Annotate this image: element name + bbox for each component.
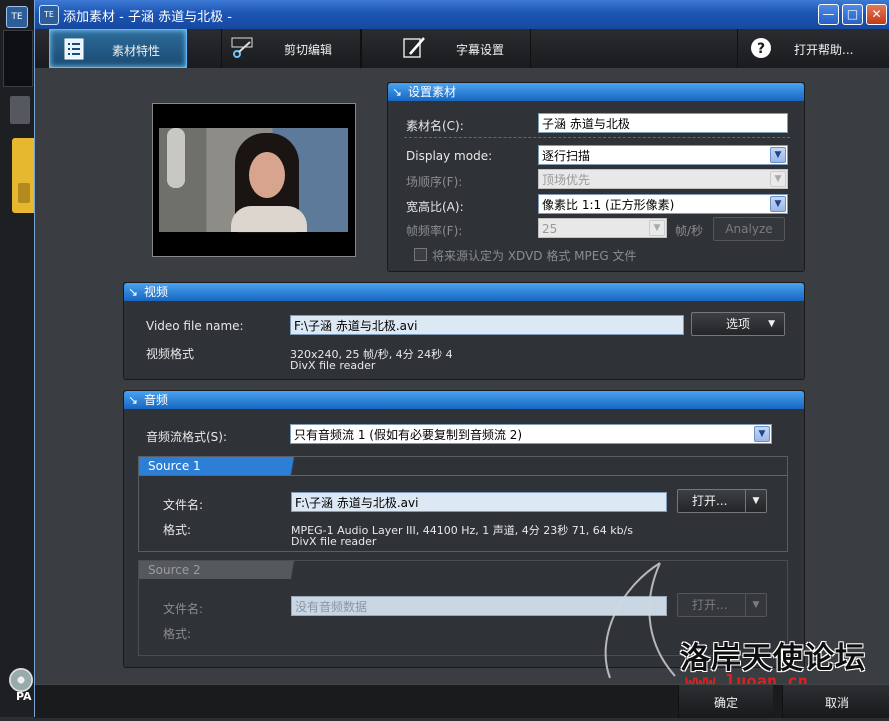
- source-1-format-label: 格式:: [163, 523, 192, 537]
- audio-source-1: Source 1 文件名: F:\子涵 赤道与北极.avi 打开... ▼ 格式…: [138, 456, 788, 552]
- collapse-arrow-icon[interactable]: ↘: [128, 283, 138, 301]
- video-file-label: Video file name:: [146, 319, 244, 333]
- watermark-text: 洛岸天使论坛: [680, 641, 866, 676]
- source-2-file-label: 文件名:: [163, 602, 204, 616]
- audio-stream-label: 音频流格式(S):: [146, 430, 228, 444]
- chevron-down-icon: ▼: [770, 147, 786, 163]
- title-bar: TE 添加素材 - 子涵 赤道与北极 - — □ ✕: [35, 0, 889, 29]
- audio-panel-header: ↘ 音频: [124, 391, 804, 409]
- background-badge: PA: [16, 690, 32, 703]
- source-1-file-input[interactable]: F:\子涵 赤道与北极.avi: [291, 492, 667, 512]
- maximize-button[interactable]: □: [842, 4, 863, 25]
- aspect-ratio-label: 宽高比(A):: [406, 200, 464, 214]
- field-order-label: 场顺序(F):: [406, 175, 463, 189]
- settings-panel-title: 设置素材: [408, 85, 457, 99]
- audio-stream-value: 只有音频流 1 (假如有必要复制到音频流 2): [294, 428, 523, 442]
- window-title: 添加素材 - 子涵 赤道与北极 -: [63, 10, 232, 25]
- tab-label: 素材特性: [112, 44, 161, 58]
- cancel-button[interactable]: 取消: [782, 685, 889, 718]
- display-mode-value: 逐行扫描: [542, 149, 591, 163]
- toolbar: 素材特性 剪切编辑 字幕设置 ? 打开帮助...: [35, 29, 889, 69]
- frame-rate-unit: 帧/秒: [675, 224, 704, 238]
- app-icon: TE: [39, 5, 59, 25]
- field-order-select[interactable]: 顶场优先 ▼: [538, 169, 788, 189]
- options-label: 选项: [725, 317, 750, 331]
- aspect-ratio-select[interactable]: 像素比 1:1 (正方形像素) ▼: [538, 194, 788, 214]
- video-format-label: 视频格式: [146, 347, 195, 361]
- tab-label: 剪切编辑: [284, 43, 333, 57]
- aspect-ratio-value: 像素比 1:1 (正方形像素): [542, 198, 675, 212]
- frame-rate-label: 帧频率(F):: [406, 224, 463, 238]
- disc-icon: [9, 668, 33, 692]
- dropdown-arrow-icon: ▼: [745, 490, 766, 512]
- footer-bar: 确定 取消: [35, 684, 889, 718]
- background-app-icon: TE: [6, 6, 28, 28]
- xdvd-checkbox[interactable]: [414, 248, 427, 261]
- source-1-open-button[interactable]: 打开... ▼: [677, 489, 767, 513]
- settings-panel: ↘ 设置素材 素材名(C): 子涵 赤道与北极 Display mode: 逐行…: [387, 82, 805, 272]
- help-button[interactable]: ? 打开帮助...: [737, 29, 889, 68]
- display-mode-label: Display mode:: [406, 149, 493, 163]
- chevron-down-icon: ▼: [770, 196, 786, 212]
- background-button: [10, 96, 30, 124]
- frame-rate-select[interactable]: 25 ▼: [538, 218, 667, 238]
- properties-icon: [64, 38, 84, 60]
- help-label: 打开帮助...: [794, 43, 854, 57]
- audio-panel-title: 音频: [144, 393, 169, 407]
- background-app: TE PA: [0, 0, 34, 717]
- video-panel: ↘ 视频 Video file name: F:\子涵 赤道与北极.avi 选项…: [123, 282, 805, 380]
- source-1-tab[interactable]: Source 1: [139, 457, 311, 475]
- background-yellow-tab: [12, 138, 34, 213]
- collapse-arrow-icon[interactable]: ↘: [392, 83, 402, 101]
- audio-stream-select[interactable]: 只有音频流 1 (假如有必要复制到音频流 2) ▼: [290, 424, 772, 444]
- preview-frame-image: [159, 128, 348, 233]
- background-panel: [3, 30, 33, 87]
- tab-media-properties[interactable]: 素材特性: [49, 29, 187, 68]
- media-name-input[interactable]: 子涵 赤道与北极: [538, 113, 788, 133]
- chevron-down-icon: ▼: [754, 426, 770, 442]
- tab-label: 字幕设置: [456, 43, 505, 57]
- svg-text:?: ?: [757, 41, 765, 57]
- source-1-file-label: 文件名:: [163, 498, 204, 512]
- video-panel-header: ↘ 视频: [124, 283, 804, 301]
- field-order-value: 顶场优先: [542, 173, 591, 187]
- close-button[interactable]: ✕: [866, 4, 887, 25]
- video-file-input[interactable]: F:\子涵 赤道与北极.avi: [290, 315, 684, 335]
- subtitle-pen-icon: [403, 37, 425, 58]
- video-preview: [152, 103, 356, 257]
- help-icon: ?: [751, 38, 771, 58]
- dropdown-arrow-icon: ▼: [768, 319, 775, 329]
- video-panel-title: 视频: [144, 285, 169, 299]
- xdvd-label: 将来源认定为 XDVD 格式 MPEG 文件: [432, 249, 637, 263]
- source-2-format-label: 格式:: [163, 627, 192, 641]
- analyze-button[interactable]: Analyze: [713, 217, 785, 241]
- minimize-icon: —: [822, 7, 835, 21]
- ok-button[interactable]: 确定: [678, 685, 773, 718]
- add-media-dialog: TE 添加素材 - 子涵 赤道与北极 - — □ ✕ 素材特性 剪切编辑 字幕设…: [34, 0, 889, 718]
- frame-rate-value: 25: [542, 222, 558, 236]
- chevron-down-icon: ▼: [649, 220, 665, 236]
- display-mode-select[interactable]: 逐行扫描 ▼: [538, 145, 788, 165]
- scissors-icon: [231, 37, 253, 58]
- tab-subtitle-settings[interactable]: 字幕设置: [361, 29, 531, 68]
- video-format-line2: DivX file reader: [290, 359, 376, 372]
- divider: [404, 137, 790, 138]
- source-2-tab[interactable]: Source 2: [139, 561, 311, 579]
- maximize-icon: □: [846, 7, 859, 21]
- minimize-button[interactable]: —: [818, 4, 839, 25]
- close-icon: ✕: [871, 7, 882, 21]
- tab-cut-edit[interactable]: 剪切编辑: [221, 29, 361, 68]
- settings-panel-header: ↘ 设置素材: [388, 83, 804, 101]
- open-label: 打开...: [692, 494, 728, 508]
- video-options-button[interactable]: 选项 ▼: [691, 312, 785, 336]
- chevron-down-icon: ▼: [770, 171, 786, 187]
- media-name-label: 素材名(C):: [406, 119, 464, 133]
- source-1-format-line2: DivX file reader: [291, 535, 377, 548]
- collapse-arrow-icon[interactable]: ↘: [128, 391, 138, 409]
- dialog-content: ↘ 设置素材 素材名(C): 子涵 赤道与北极 Display mode: 逐行…: [35, 68, 889, 692]
